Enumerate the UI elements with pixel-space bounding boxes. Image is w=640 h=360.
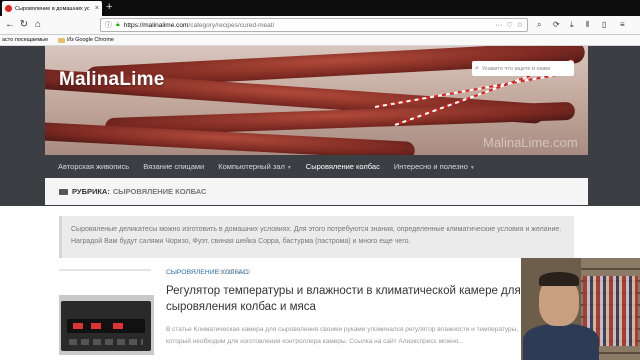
bookmark-star-icon[interactable]: ☆ xyxy=(517,21,523,29)
pocket-icon[interactable]: ♡ xyxy=(506,21,512,29)
bookmarks-toolbar: асто посещаемые Из Google Chrome xyxy=(0,35,640,46)
webcam-overlay xyxy=(521,258,640,360)
info-icon[interactable]: ⓘ xyxy=(105,20,112,30)
chevron-down-icon: ▼ xyxy=(286,165,292,171)
lock-icon[interactable]: 🔒︎ xyxy=(116,21,120,29)
bookmark-folder-google-chrome[interactable]: Из Google Chrome xyxy=(58,37,114,43)
menu-icon[interactable]: ≡ xyxy=(620,20,625,29)
url-text[interactable]: https://malinalime.com/category/recipes/… xyxy=(124,22,492,29)
rubric-label: РУБРИКА: xyxy=(72,187,110,196)
post-excerpt: В статье Климатическая камера для сыровя… xyxy=(166,326,519,345)
address-bar[interactable]: ⓘ 🔒︎ https://malinalime.com/category/rec… xyxy=(100,18,528,32)
site-search-input[interactable]: ⌕ Укажите что ищете и нажм xyxy=(472,61,574,76)
search-icon[interactable]: ⌕ xyxy=(537,20,541,30)
reload-icon[interactable]: ↻ xyxy=(18,19,30,31)
presenter-body xyxy=(523,324,599,360)
sidebar-icon[interactable]: ▯ xyxy=(602,20,606,29)
search-icon: ⌕ xyxy=(475,64,479,72)
folder-open-icon xyxy=(59,188,68,195)
download-icon[interactable]: ⤓ xyxy=(570,20,574,30)
home-icon[interactable]: ⌂ xyxy=(32,19,44,31)
post-title-link[interactable]: Регулятор температуры и влажности в клим… xyxy=(166,283,526,315)
browser-tab[interactable]: Сыровяление в домашних ус × xyxy=(2,1,102,16)
controller-image xyxy=(61,301,151,351)
site-header: MalinaLime ⌕ Укажите что ищете и нажм Ma… xyxy=(45,46,588,155)
new-tab-button[interactable]: + xyxy=(106,1,112,14)
post-thumbnail[interactable] xyxy=(59,295,154,355)
chevron-down-icon: ▼ xyxy=(469,165,475,171)
site-favicon-icon xyxy=(5,5,12,12)
menu-item-computer[interactable]: Компьютерный зал ▼ xyxy=(218,162,292,171)
post-divider xyxy=(59,269,151,271)
header-watermark: MalinaLime.com xyxy=(483,135,578,150)
tab-bar: Сыровяление в домашних ус × + xyxy=(0,0,640,16)
category-header: РУБРИКА: СЫРОВЯЛЕНИЕ КОЛБАС xyxy=(45,178,588,205)
back-icon[interactable]: ← xyxy=(4,19,16,31)
navigation-bar: ← ↻ ⌂ ⓘ 🔒︎ https://malinalime.com/catego… xyxy=(0,16,640,35)
post-date: 21.03.2019 xyxy=(216,269,251,276)
site-logo[interactable]: MalinaLime xyxy=(59,69,164,91)
menu-item-interesting[interactable]: Интересно и полезно ▼ xyxy=(394,162,475,171)
category-description: Сыровяленые деликатесы можно изготовить … xyxy=(59,216,574,258)
menu-item-curing[interactable]: Сыровяление колбас xyxy=(306,162,380,171)
folder-icon xyxy=(58,37,66,43)
tab-close-icon[interactable]: × xyxy=(95,5,99,12)
sync-icon[interactable]: ⟳ xyxy=(553,20,560,29)
library-icon[interactable]: ⫴ xyxy=(586,20,589,30)
tab-title: Сыровяление в домашних ус xyxy=(15,5,90,12)
bookmark-most-visited[interactable]: асто посещаемые xyxy=(2,37,48,43)
rubric-value: СЫРОВЯЛЕНИЕ КОЛБАС xyxy=(112,187,207,196)
site-wrapper: MalinaLime ⌕ Укажите что ищете и нажм Ma… xyxy=(45,46,588,205)
menu-item-knitting[interactable]: Вязание спицами xyxy=(143,162,204,171)
main-menu: Авторская живопись Вязание спицами Компь… xyxy=(45,155,588,178)
page-actions-icon[interactable]: ··· xyxy=(495,22,502,29)
menu-item-painting[interactable]: Авторская живопись xyxy=(58,162,129,171)
